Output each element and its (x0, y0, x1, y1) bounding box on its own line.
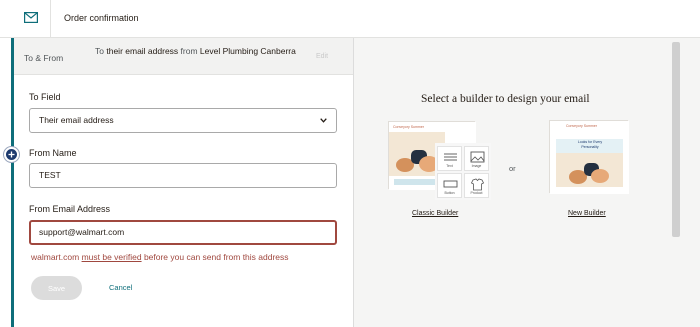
verify-link[interactable]: must be verified (82, 252, 142, 262)
new-preview-banner: Looks for Every Personality (577, 140, 603, 149)
from-name-label: From Name (29, 148, 77, 158)
envelope-icon (24, 12, 38, 23)
or-separator: or (509, 164, 516, 173)
to-field-label: To Field (29, 92, 61, 102)
image-block: Image (464, 146, 489, 171)
content-blocks-panel: Text Image Button Product (435, 143, 491, 200)
section-label: To & From (24, 53, 64, 63)
to-from-summary: To their email address from Level Plumbi… (95, 46, 296, 56)
from-email-label: From Email Address (29, 204, 111, 214)
cancel-button[interactable]: Cancel (109, 283, 132, 292)
header-divider (50, 0, 51, 38)
email-verification-error: walmart.com must be verified before you … (31, 252, 289, 262)
new-builder-preview[interactable]: Conveyory Summer Looks for Every Persona… (549, 120, 629, 194)
builder-title: Select a builder to design your email (421, 93, 590, 105)
page-title: Order confirmation (64, 13, 139, 23)
classic-builder-link[interactable]: Classic Builder (412, 210, 458, 217)
new-builder-link[interactable]: New Builder (568, 210, 606, 217)
button-block: Button (437, 173, 462, 198)
from-email-input[interactable]: support@walmart.com (29, 220, 337, 245)
to-field-select[interactable]: Their email address (29, 108, 337, 133)
button-block-icon (443, 180, 458, 188)
top-bar: Order confirmation (0, 0, 700, 38)
new-preview-illustration (550, 121, 629, 194)
recipient-text: their email address (106, 46, 179, 56)
image-block-icon (470, 151, 485, 163)
chevron-down-icon (320, 118, 327, 123)
to-field-value: Their email address (39, 115, 114, 125)
from-name-input[interactable]: TEST (29, 163, 337, 188)
save-button[interactable]: Save (31, 276, 82, 300)
shirt-icon (470, 178, 485, 191)
to-from-panel: To & From To their email address from Le… (11, 38, 353, 327)
text-block-icon (444, 153, 457, 161)
text-block: Text (437, 146, 462, 171)
classic-preview-heading: Conveyory Summer (393, 125, 424, 129)
product-block: Product (464, 173, 489, 198)
scrollbar[interactable] (672, 42, 680, 237)
add-block-button[interactable] (4, 147, 19, 162)
to-from-section-header: To & From To their email address from Le… (14, 38, 353, 75)
builder-selection-panel: Select a builder to design your email Co… (354, 38, 700, 327)
sender-text: Level Plumbing Canberra (199, 46, 296, 56)
edit-link[interactable]: Edit (316, 53, 328, 60)
new-preview-heading: Conveyory Summer (566, 124, 597, 128)
plus-icon (8, 151, 15, 158)
